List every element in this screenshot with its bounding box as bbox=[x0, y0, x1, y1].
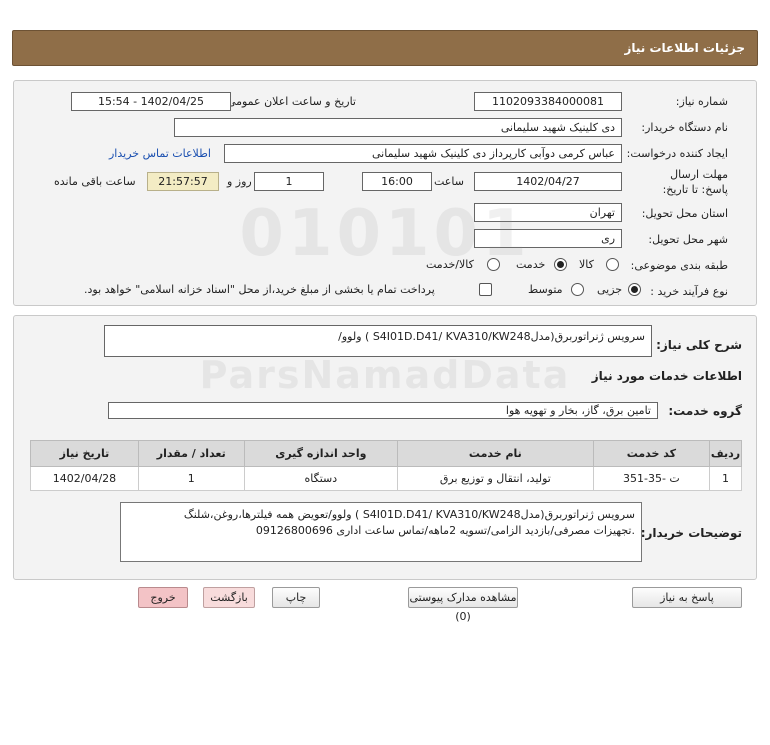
buyer-notes-line2: .تجهیزات مصرفی/بازدید الزامی/تسویه 2ماهه… bbox=[255, 524, 635, 537]
category-service-radio[interactable] bbox=[554, 258, 567, 271]
cell-need-date: 1402/04/28 bbox=[30, 466, 139, 491]
col-quantity: تعداد / مقدار bbox=[137, 440, 245, 467]
col-service-code: کد خدمت bbox=[592, 440, 711, 467]
category-goods-label: کالا bbox=[579, 258, 594, 271]
purchase-medium-radio[interactable] bbox=[571, 283, 584, 296]
need-info-panel: شماره نیاز: 1102093384000081 تاریخ و ساع… bbox=[13, 80, 757, 306]
category-both-radio[interactable] bbox=[487, 258, 500, 271]
need-number-field[interactable]: 1102093384000081 bbox=[474, 92, 622, 111]
purchase-medium-label: متوسط bbox=[528, 283, 563, 296]
category-goods-radio[interactable] bbox=[606, 258, 619, 271]
treasury-note: پرداخت تمام یا بخشی از مبلغ خرید،از محل … bbox=[84, 283, 435, 296]
exit-button[interactable]: خروج bbox=[138, 587, 188, 608]
summary-label: شرح کلی نیاز: bbox=[656, 338, 742, 352]
back-button[interactable]: بازگشت bbox=[203, 587, 255, 608]
buyer-contact-link[interactable]: اطلاعات تماس خریدار bbox=[109, 147, 211, 160]
deadline-date-field[interactable]: 1402/04/27 bbox=[474, 172, 622, 191]
col-service-name: نام خدمت bbox=[397, 440, 594, 467]
buyer-notes-label: توضیحات خریدار: bbox=[640, 526, 742, 540]
purchase-minor-radio[interactable] bbox=[628, 283, 641, 296]
buyer-notes-line1: سرویس ژنراتوربرق(مدلS4I01D.D41/ KVA310/K… bbox=[183, 508, 635, 521]
cell-service-code: ت -35-351 bbox=[592, 466, 711, 491]
deadline-label: مهلت ارسال پاسخ: تا تاریخ: bbox=[662, 168, 728, 196]
table-row[interactable]: 1 ت -35-351 تولید، انتقال و توزیع برق دس… bbox=[30, 466, 742, 491]
col-row: ردیف bbox=[709, 440, 742, 467]
category-service-label: خدمت bbox=[516, 258, 546, 271]
province-field[interactable]: تهران bbox=[474, 203, 622, 222]
creator-field[interactable]: عباس کرمی دوآبی کارپرداز دی کلینیک شهید … bbox=[224, 144, 622, 163]
need-number-label: شماره نیاز: bbox=[675, 95, 728, 108]
reply-button[interactable]: پاسخ به نیاز bbox=[632, 587, 742, 608]
city-label: شهر محل تحویل: bbox=[648, 233, 728, 246]
services-table: ردیف کد خدمت نام خدمت واحد اندازه گیری ت… bbox=[30, 440, 742, 491]
buyer-label: نام دستگاه خریدار: bbox=[641, 121, 728, 134]
print-button[interactable]: چاپ bbox=[272, 587, 320, 608]
service-group-field[interactable]: تامین برق، گاز، بخار و تهویه هوا bbox=[108, 402, 658, 419]
category-both-label: کالا/خدمت bbox=[426, 258, 474, 271]
province-label: استان محل تحویل: bbox=[641, 207, 728, 220]
cell-quantity: 1 bbox=[137, 466, 245, 491]
services-panel: شرح کلی نیاز: سرویس ژنراتوربرق(مدلS4I01D… bbox=[13, 315, 757, 580]
days-field[interactable]: 1 bbox=[254, 172, 324, 191]
city-field[interactable]: ری bbox=[474, 229, 622, 248]
page-title: جزئیات اطلاعات نیاز bbox=[624, 41, 745, 55]
page-header: جزئیات اطلاعات نیاز bbox=[12, 30, 758, 66]
remaining-label: ساعت باقی مانده bbox=[54, 175, 136, 188]
announce-field[interactable]: 1402/04/25 - 15:54 bbox=[71, 92, 231, 111]
purchase-minor-label: جزیی bbox=[597, 283, 623, 296]
service-group-label: گروه خدمت: bbox=[668, 404, 742, 418]
cell-service-name: تولید، انتقال و توزیع برق bbox=[397, 466, 594, 491]
buyer-notes-field[interactable]: سرویس ژنراتوربرق(مدلS4I01D.D41/ KVA310/K… bbox=[120, 502, 642, 562]
attachments-button[interactable]: مشاهده مدارک پیوستی (0) bbox=[408, 587, 518, 623]
cell-row: 1 bbox=[709, 466, 742, 491]
announce-label: تاریخ و ساعت اعلان عمومی: bbox=[223, 95, 356, 108]
cell-unit: دستگاه bbox=[243, 466, 399, 491]
col-unit: واحد اندازه گیری bbox=[243, 440, 399, 467]
services-section-title: اطلاعات خدمات مورد نیاز bbox=[591, 369, 742, 383]
days-label: روز و bbox=[227, 175, 252, 188]
table-header-row: ردیف کد خدمت نام خدمت واحد اندازه گیری ت… bbox=[30, 440, 742, 467]
summary-field[interactable]: سرویس ژنراتوربرق(مدلS4I01D.D41/ KVA310/K… bbox=[104, 325, 652, 357]
category-label: طبقه بندی موضوعی: bbox=[630, 259, 728, 272]
remaining-time-field: 21:57:57 bbox=[147, 172, 219, 191]
deadline-time-field[interactable]: 16:00 bbox=[362, 172, 432, 191]
col-need-date: تاریخ نیاز bbox=[30, 440, 139, 467]
buyer-field[interactable]: دی کلینیک شهید سلیمانی bbox=[174, 118, 622, 137]
deadline-time-label: ساعت bbox=[434, 175, 464, 188]
creator-label: ایجاد کننده درخواست: bbox=[626, 147, 728, 160]
purchase-type-label: نوع فرآیند خرید : bbox=[650, 285, 728, 298]
treasury-checkbox[interactable] bbox=[479, 283, 492, 296]
